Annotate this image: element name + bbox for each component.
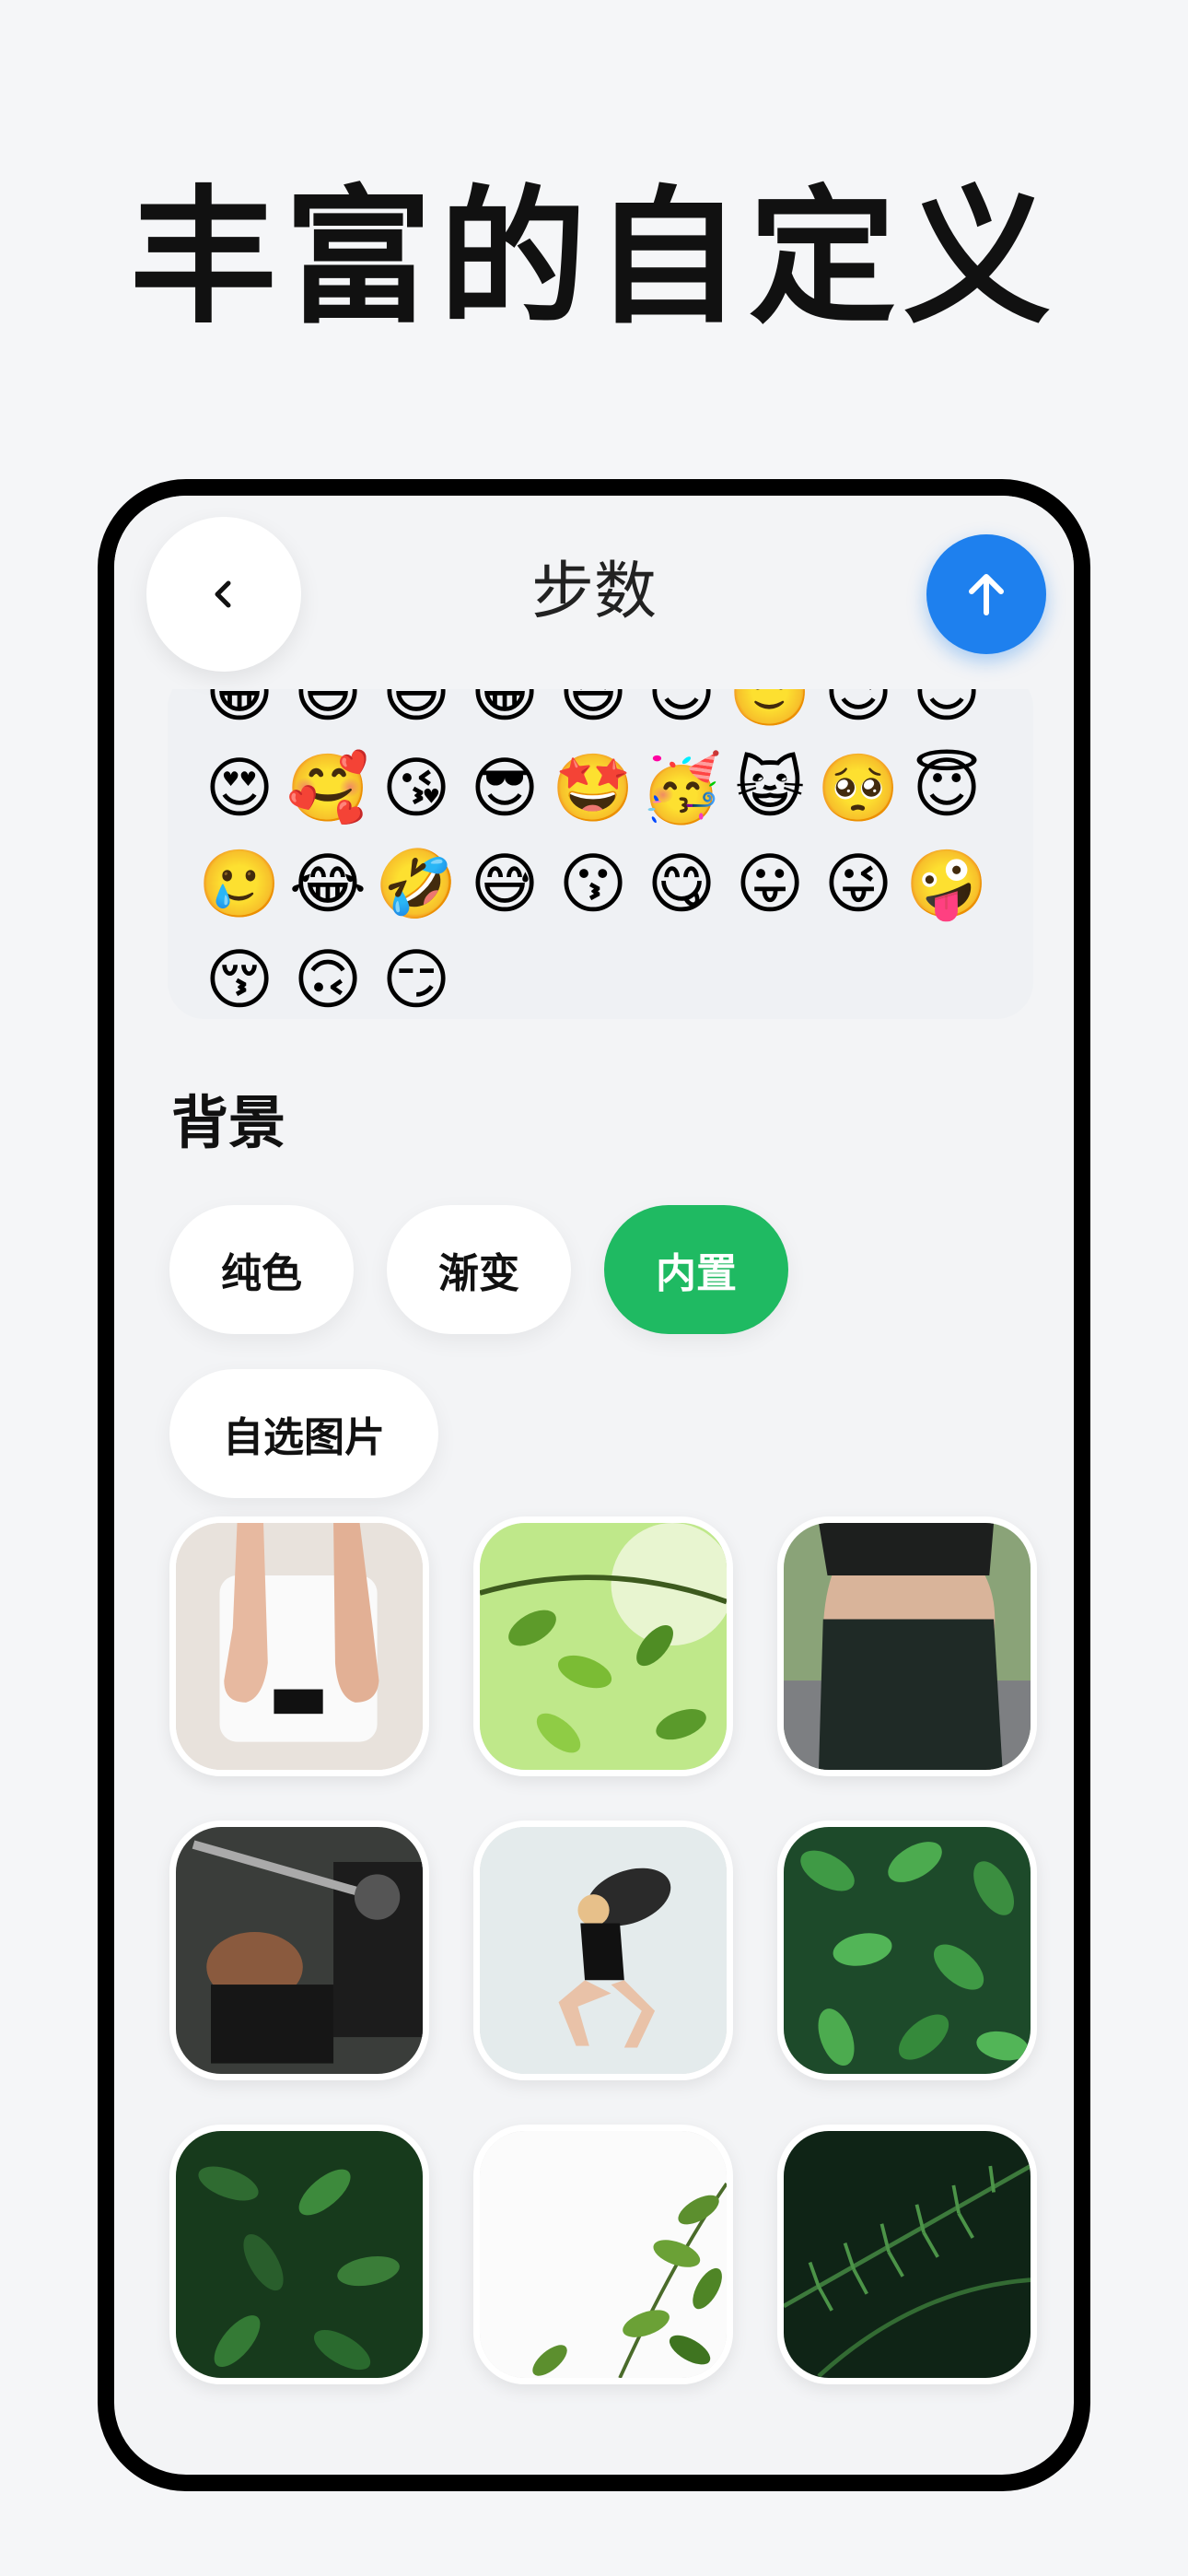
emoji-option[interactable]: 🥰 — [284, 744, 372, 832]
background-tile-sandbag-squat[interactable] — [473, 1821, 733, 2080]
scale-feet-image — [176, 1523, 423, 1770]
emoji-option[interactable]: 😛 — [726, 839, 814, 928]
background-tile-green-leaves-branch[interactable] — [473, 1516, 733, 1776]
emoji-option[interactable]: 😇 — [903, 744, 991, 832]
arrow-up-icon — [969, 574, 1004, 615]
top-bar: 步数 — [114, 496, 1074, 689]
emoji-option[interactable]: 😋 — [637, 839, 726, 928]
emoji-option[interactable]: 🤣 — [372, 839, 460, 928]
green-leaves-image — [480, 1523, 727, 1770]
emoji-option[interactable]: 😺 — [726, 744, 814, 832]
chip-gradient[interactable]: 渐变 — [387, 1205, 571, 1334]
page-headline: 丰富的自定义 — [129, 171, 1058, 344]
emoji-grid: 😀 😃 😄 😁 😆 😊 🙂 😉 😌 😍 🥰 😘 😎 🤩 🥳 😺 🥺 😇 🥲 😂 … — [195, 671, 1006, 1019]
emoji-panel: 😀 😃 😄 😁 😆 😊 🙂 😉 😌 😍 🥰 😘 😎 🤩 🥳 😺 🥺 😇 🥲 😂 … — [168, 671, 1033, 1019]
emoji-option[interactable]: 😚 — [195, 935, 284, 1019]
emoji-option[interactable]: 😜 — [814, 839, 903, 928]
background-tile-leaf-pattern[interactable] — [777, 1821, 1037, 2080]
background-tile-fern[interactable] — [777, 2125, 1037, 2384]
background-tile-white-plant[interactable] — [473, 2125, 733, 2384]
phone-frame: 😀 😃 😄 😁 😆 😊 🙂 😉 😌 😍 🥰 😘 😎 🤩 🥳 😺 🥺 😇 🥲 😂 … — [98, 479, 1090, 2491]
sportswear-image — [784, 1523, 1031, 1770]
sandbag-squat-image — [480, 1827, 727, 2074]
emoji-option[interactable]: 🥺 — [814, 744, 903, 832]
confirm-button[interactable] — [926, 534, 1046, 654]
chip-custom-image[interactable]: 自选图片 — [169, 1369, 438, 1498]
emoji-option[interactable]: 🙃 — [284, 935, 372, 1019]
emoji-option[interactable]: 😗 — [549, 839, 637, 928]
emoji-option[interactable]: 😎 — [460, 744, 549, 832]
emoji-option[interactable]: 😍 — [195, 744, 284, 832]
background-tile-bench-press[interactable] — [169, 1821, 429, 2080]
background-tile-black-sportswear[interactable] — [777, 1516, 1037, 1776]
chip-solid-color[interactable]: 纯色 — [169, 1205, 354, 1334]
emoji-option[interactable]: 😅 — [460, 839, 549, 928]
dense-leaves-image — [176, 2131, 423, 2378]
chip-builtin[interactable]: 内置 — [604, 1205, 788, 1334]
bench-press-image — [176, 1827, 423, 2074]
emoji-option[interactable]: 😘 — [372, 744, 460, 832]
leaf-pattern-image — [784, 1827, 1031, 2074]
fern-image — [784, 2131, 1031, 2378]
emoji-option[interactable]: 🥲 — [195, 839, 284, 928]
emoji-option[interactable]: 🤩 — [549, 744, 637, 832]
emoji-option[interactable]: 🥳 — [637, 744, 726, 832]
background-section-title: 背景 — [171, 1089, 286, 1156]
white-plant-image — [480, 2131, 727, 2378]
background-tile-dense-leaves[interactable] — [169, 2125, 429, 2384]
background-tile-scale-feet[interactable] — [169, 1516, 429, 1776]
emoji-option[interactable]: 🤪 — [903, 839, 991, 928]
emoji-option[interactable]: 😂 — [284, 839, 372, 928]
emoji-option[interactable]: 😏 — [372, 935, 460, 1019]
